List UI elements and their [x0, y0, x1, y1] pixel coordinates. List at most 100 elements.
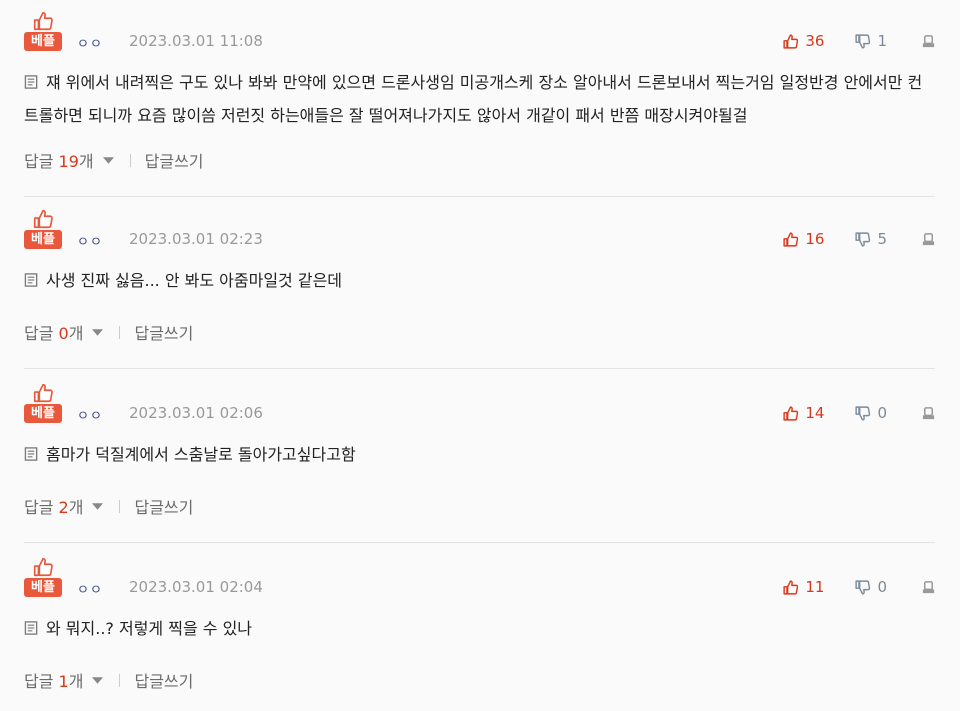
downvote-count: 0	[877, 404, 887, 422]
upvote-count: 11	[805, 578, 825, 596]
comment-date: 2023.03.01 02:06	[129, 404, 263, 422]
thumbs-down-icon	[855, 33, 871, 49]
downvote-count: 0	[877, 578, 887, 596]
thumbs-down-icon	[855, 231, 871, 247]
caret-down-icon[interactable]	[102, 156, 114, 164]
report-button[interactable]	[921, 580, 936, 595]
report-icon	[922, 580, 935, 593]
comment-divider	[24, 196, 935, 197]
caret-down-icon[interactable]	[92, 502, 104, 510]
caret-down-icon[interactable]	[92, 676, 104, 684]
comment-divider	[24, 368, 935, 369]
write-reply-button[interactable]: 답글쓰기	[134, 494, 193, 518]
comment-list: 베플 ㅇㅇ 2023.03.01 11:08 36 1 쟤 위에서 내려찍은 구…	[0, 0, 960, 711]
upvote-button[interactable]: 16	[782, 230, 824, 248]
upvote-button[interactable]: 14	[782, 404, 824, 422]
reply-unit: 개	[78, 152, 94, 171]
comment-body: 홈마가 덕질계에서 스춤날로 돌아가고싶다고함	[24, 438, 934, 471]
vote-group: 14 0	[752, 402, 936, 424]
reply-count: 19	[58, 152, 79, 171]
comment-actions: 답글 0개 답글쓰기	[24, 320, 193, 344]
caret-down-icon[interactable]	[92, 328, 104, 336]
upvote-count: 16	[805, 230, 825, 248]
thumbs-up-icon	[783, 405, 799, 421]
comment-text: 사생 진짜 싫음... 안 봐도 아줌마일것 같은데	[46, 271, 343, 290]
comment-text: 쟤 위에서 내려찍은 구도 있나 봐봐 만약에 있으면 드론사생임 미공개스케 …	[24, 73, 923, 125]
comment-actions: 답글 2개 답글쓰기	[24, 494, 193, 518]
downvote-button[interactable]: 0	[854, 578, 887, 596]
thumbs-up-icon	[33, 383, 53, 403]
report-button[interactable]	[921, 232, 936, 247]
reply-unit: 개	[68, 672, 84, 691]
reply-toggle[interactable]: 답글 2개	[24, 494, 83, 518]
reply-label: 답글	[24, 152, 54, 171]
comment-item: 베플 ㅇㅇ 2023.03.01 02:04 11 0 와 뭐지..? 저렇게 …	[0, 546, 960, 711]
best-comment-badge: 베플	[24, 382, 62, 424]
report-button[interactable]	[921, 34, 936, 49]
author-nickname[interactable]: ㅇㅇ	[77, 33, 103, 52]
comment-text: 홈마가 덕질계에서 스춤날로 돌아가고싶다고함	[46, 445, 356, 464]
divider	[129, 153, 131, 167]
thumbs-down-icon	[855, 405, 871, 421]
upvote-button[interactable]: 11	[782, 578, 824, 596]
comment-item: 베플 ㅇㅇ 2023.03.01 02:23 16 5 사생 진짜 싫음... …	[0, 198, 960, 372]
thumbs-up-icon	[33, 557, 53, 577]
downvote-button[interactable]: 5	[854, 230, 887, 248]
comment-actions: 답글 1개 답글쓰기	[24, 668, 193, 692]
best-comment-badge: 베플	[24, 208, 62, 250]
comment-body: 쟤 위에서 내려찍은 구도 있나 봐봐 만약에 있으면 드론사생임 미공개스케 …	[24, 66, 934, 132]
thumbs-up-icon	[783, 231, 799, 247]
thumbs-down-icon	[855, 579, 871, 595]
write-reply-button[interactable]: 답글쓰기	[145, 148, 204, 172]
upvote-count: 36	[805, 32, 825, 50]
reply-toggle[interactable]: 답글 0개	[24, 320, 83, 344]
author-nickname[interactable]: ㅇㅇ	[77, 231, 103, 250]
report-icon	[922, 34, 935, 47]
reply-unit: 개	[68, 324, 84, 343]
comment-date: 2023.03.01 11:08	[129, 32, 263, 50]
downvote-count: 5	[877, 230, 887, 248]
best-badge-label: 베플	[24, 404, 62, 423]
divider	[119, 325, 121, 339]
reply-count: 2	[58, 498, 69, 517]
vote-group: 16 5	[752, 228, 936, 250]
comment-body: 사생 진짜 싫음... 안 봐도 아줌마일것 같은데	[24, 264, 934, 297]
downvote-button[interactable]: 0	[854, 404, 887, 422]
reply-toggle[interactable]: 답글 1개	[24, 668, 83, 692]
best-badge-label: 베플	[24, 578, 62, 597]
author-nickname[interactable]: ㅇㅇ	[77, 405, 103, 424]
reply-count: 0	[58, 324, 69, 343]
memo-icon	[24, 273, 38, 287]
memo-icon	[24, 447, 38, 461]
downvote-count: 1	[877, 32, 887, 50]
comment-text: 와 뭐지..? 저렇게 찍을 수 있나	[46, 619, 253, 638]
reply-label: 답글	[24, 672, 54, 691]
reply-label: 답글	[24, 498, 54, 517]
comment-item: 베플 ㅇㅇ 2023.03.01 11:08 36 1 쟤 위에서 내려찍은 구…	[0, 0, 960, 197]
report-button[interactable]	[921, 406, 936, 421]
divider	[119, 499, 121, 513]
thumbs-up-icon	[783, 579, 799, 595]
vote-group: 11 0	[752, 576, 936, 598]
reply-toggle[interactable]: 답글 19개	[24, 148, 94, 172]
comment-date: 2023.03.01 02:04	[129, 578, 263, 596]
best-comment-badge: 베플	[24, 10, 62, 52]
thumbs-up-icon	[33, 209, 53, 229]
comment-actions: 답글 19개 답글쓰기	[24, 148, 204, 172]
comment-divider	[24, 542, 935, 543]
vote-group: 36 1	[752, 30, 936, 52]
author-nickname[interactable]: ㅇㅇ	[77, 579, 103, 598]
comment-body: 와 뭐지..? 저렇게 찍을 수 있나	[24, 612, 934, 645]
downvote-button[interactable]: 1	[854, 32, 887, 50]
divider	[119, 673, 121, 687]
best-badge-label: 베플	[24, 230, 62, 249]
upvote-count: 14	[805, 404, 825, 422]
upvote-button[interactable]: 36	[782, 32, 824, 50]
thumbs-up-icon	[783, 33, 799, 49]
best-comment-badge: 베플	[24, 556, 62, 598]
write-reply-button[interactable]: 답글쓰기	[134, 320, 193, 344]
memo-icon	[24, 75, 38, 89]
write-reply-button[interactable]: 답글쓰기	[134, 668, 193, 692]
thumbs-up-icon	[33, 11, 53, 31]
reply-label: 답글	[24, 324, 54, 343]
